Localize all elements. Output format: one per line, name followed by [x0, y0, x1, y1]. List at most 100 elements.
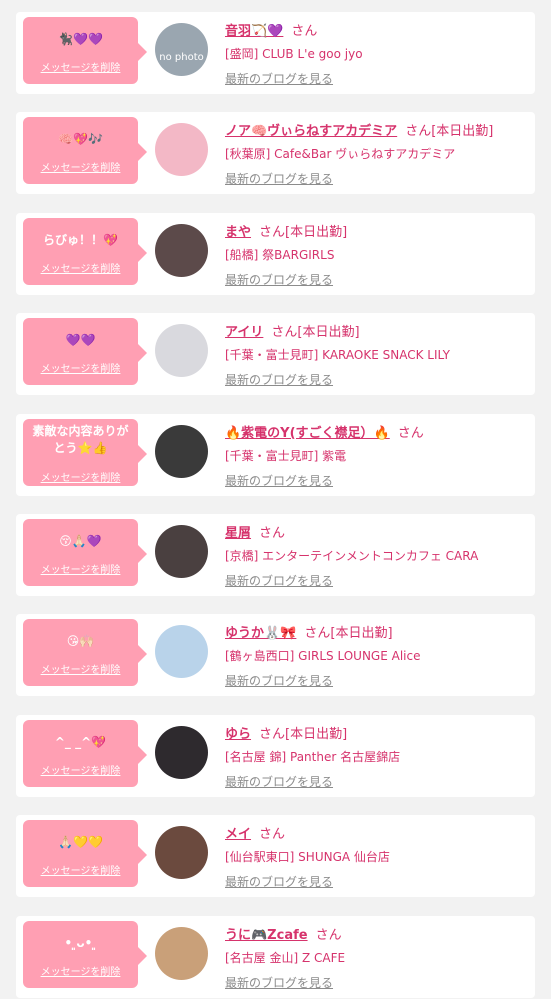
shop-label: [千葉・富士見町] KARAOKE SNACK LILY — [225, 348, 450, 362]
cast-photo-icon[interactable] — [155, 927, 208, 980]
cast-name-link[interactable]: 🔥紫電のY(すごく襟足）🔥 — [225, 426, 390, 441]
delete-message-link[interactable]: メッセージを削除 — [23, 963, 138, 978]
delete-message-link[interactable]: メッセージを削除 — [23, 762, 138, 777]
message-card: 😘🙌🏻 メッセージを削除 ゆうか🐰🎀 さん[本日出勤] [鶴ヶ島西口] GIRLS LO… — [16, 614, 535, 696]
bubble-message-text: ^_ _^💖 — [54, 735, 107, 749]
message-card: 😚🙏🏻💜 メッセージを削除 星屑 さん [京橋] エンターテインメントコンカフェ CAR… — [16, 514, 535, 596]
cast-name-line: ノア🧠ヴぃらねすアカデミア さん[本日出勤] — [225, 120, 493, 139]
honorific-label: さん — [259, 225, 286, 240]
cast-photo-icon[interactable] — [155, 224, 208, 277]
cast-name-line: まや さん[本日出勤] — [225, 221, 347, 240]
cast-name-line: うに🎮Zcafe さん — [225, 924, 342, 943]
delete-message-link[interactable]: メッセージを削除 — [23, 862, 138, 877]
bubble-message-text: らびゅ！！💖 — [43, 233, 118, 247]
bubble-message-text: 💜💜 — [65, 333, 96, 347]
honorific-label: さん — [405, 124, 432, 139]
bubble-message-text: 😘🙌🏻 — [66, 634, 95, 648]
message-card: 💜💜 メッセージを削除 アイリ さん[本日出勤] [千葉・富士見町] KARAOKE S… — [16, 313, 535, 395]
message-card: ^_ _^💖 メッセージを削除 ゆら さん[本日出勤] [名古屋 錦] Panther … — [16, 715, 535, 797]
latest-blog-link[interactable]: 最新のブログを見る — [225, 873, 333, 890]
message-bubble: 😘🙌🏻 メッセージを削除 — [23, 619, 147, 686]
delete-message-link[interactable]: メッセージを削除 — [23, 59, 138, 74]
honorific-label: さん — [271, 325, 298, 340]
cast-name-link[interactable]: 音羽🏹💜 — [225, 24, 283, 39]
shop-label: [名古屋 錦] Panther 名古屋錦店 — [225, 750, 401, 764]
cast-photo-icon[interactable] — [155, 726, 208, 779]
message-bubble: 🙏🏻💛💛 メッセージを削除 — [23, 820, 147, 887]
cast-name-line: ゆうか🐰🎀 さん[本日出勤] — [225, 622, 393, 641]
message-bubble: ^_ _^💖 メッセージを削除 — [23, 720, 147, 787]
shop-label: [京橋] エンターテインメントコンカフェ CARA — [225, 549, 479, 563]
cast-name-line: 音羽🏹💜 さん — [225, 20, 317, 39]
cast-photo-icon[interactable] — [155, 525, 208, 578]
honorific-label: さん — [304, 626, 331, 641]
cast-photo-icon[interactable] — [155, 324, 208, 377]
honorific-label: さん — [259, 526, 286, 541]
working-today-badge: [本日出勤] — [330, 626, 393, 641]
cast-name-line: 星屑 さん — [225, 522, 285, 541]
cast-name-link[interactable]: 星屑 — [225, 526, 251, 541]
bubble-message-text: 😚🙏🏻💜 — [59, 534, 102, 548]
cast-name-link[interactable]: うに🎮Zcafe — [225, 928, 308, 943]
working-today-badge: [本日出勤] — [297, 325, 360, 340]
message-card: 🙏🏻💛💛 メッセージを削除 メイ さん [仙台駅東口] SHUNGA 仙台店 最新のブログ… — [16, 815, 535, 897]
message-bubble: 💜💜 メッセージを削除 — [23, 318, 147, 385]
message-card: 🧠💖🎶 メッセージを削除 ノア🧠ヴぃらねすアカデミア さん[本日出勤] [秋葉原] Ca… — [16, 112, 535, 194]
working-today-badge: [本日出勤] — [431, 124, 494, 139]
latest-blog-link[interactable]: 最新のブログを見る — [225, 773, 333, 790]
bubble-message-text: 🐈‍⬛💜💜 — [58, 32, 103, 46]
working-today-badge: [本日出勤] — [285, 727, 348, 742]
message-bubble: 🧠💖🎶 メッセージを削除 — [23, 117, 147, 184]
cast-name-link[interactable]: メイ — [225, 827, 251, 842]
latest-blog-link[interactable]: 最新のブログを見る — [225, 974, 333, 991]
honorific-label: さん — [259, 727, 286, 742]
message-card: 🐈‍⬛💜💜 メッセージを削除 no photo 音羽🏹💜 さん [盛岡] CLUB L'e… — [16, 12, 535, 94]
shop-label: [盛岡] CLUB L'e goo jyo — [225, 47, 363, 61]
shop-label: [名古屋 金山] Z CAFE — [225, 951, 346, 965]
bubble-message-text: • ͈ᴗ• ͈ — [64, 936, 97, 950]
latest-blog-link[interactable]: 最新のブログを見る — [225, 572, 333, 589]
delete-message-link[interactable]: メッセージを削除 — [23, 260, 138, 275]
cast-photo-icon[interactable] — [155, 123, 208, 176]
message-bubble: • ͈ᴗ• ͈ メッセージを削除 — [23, 921, 147, 988]
cast-name-line: アイリ さん[本日出勤] — [225, 321, 360, 340]
honorific-label: さん — [259, 827, 286, 842]
latest-blog-link[interactable]: 最新のブログを見る — [225, 371, 333, 388]
shop-label: [秋葉原] Cafe&Bar ヴぃらねすアカデミア — [225, 147, 456, 161]
message-card: らびゅ！！💖 メッセージを削除 まや さん[本日出勤] [船橋] 祭BARGIRLS 最新… — [16, 213, 535, 295]
message-card: 素敵な内容ありがとう⭐️👍 メッセージを削除 🔥紫電のY(すごく襟足）🔥 さん [千葉・… — [16, 414, 535, 496]
message-list: 🐈‍⬛💜💜 メッセージを削除 no photo 音羽🏹💜 さん [盛岡] CLUB L'e… — [0, 0, 551, 999]
delete-message-link[interactable]: メッセージを削除 — [23, 360, 138, 375]
cast-photo-icon[interactable] — [155, 826, 208, 879]
cast-name-line: 🔥紫電のY(すごく襟足）🔥 さん — [225, 422, 424, 441]
honorific-label: さん — [397, 426, 424, 441]
cast-name-link[interactable]: まや — [225, 225, 251, 240]
honorific-label: さん — [291, 24, 318, 39]
delete-message-link[interactable]: メッセージを削除 — [23, 469, 138, 484]
cast-name-link[interactable]: ゆら — [225, 727, 251, 742]
message-bubble: 😚🙏🏻💜 メッセージを削除 — [23, 519, 147, 586]
delete-message-link[interactable]: メッセージを削除 — [23, 661, 138, 676]
shop-label: [鶴ヶ島西口] GIRLS LOUNGE Alice — [225, 649, 421, 663]
shop-label: [千葉・富士見町] 紫電 — [225, 449, 347, 463]
latest-blog-link[interactable]: 最新のブログを見る — [225, 672, 333, 689]
cast-name-line: ゆら さん[本日出勤] — [225, 723, 347, 742]
cast-name-link[interactable]: アイリ — [225, 325, 263, 340]
message-bubble: 🐈‍⬛💜💜 メッセージを削除 — [23, 17, 147, 84]
bubble-message-text: 🧠💖🎶 — [58, 132, 103, 146]
no-photo-icon[interactable]: no photo — [155, 23, 208, 76]
latest-blog-link[interactable]: 最新のブログを見る — [225, 271, 333, 288]
latest-blog-link[interactable]: 最新のブログを見る — [225, 70, 333, 87]
cast-name-link[interactable]: ゆうか🐰🎀 — [225, 626, 296, 641]
delete-message-link[interactable]: メッセージを削除 — [23, 159, 138, 174]
shop-label: [船橋] 祭BARGIRLS — [225, 248, 335, 262]
honorific-label: さん — [315, 928, 342, 943]
cast-name-link[interactable]: ノア🧠ヴぃらねすアカデミア — [225, 124, 397, 139]
latest-blog-link[interactable]: 最新のブログを見る — [225, 472, 333, 489]
cast-photo-icon[interactable] — [155, 625, 208, 678]
cast-photo-icon[interactable] — [155, 425, 208, 478]
delete-message-link[interactable]: メッセージを削除 — [23, 561, 138, 576]
working-today-badge: [本日出勤] — [285, 225, 348, 240]
latest-blog-link[interactable]: 最新のブログを見る — [225, 170, 333, 187]
shop-label: [仙台駅東口] SHUNGA 仙台店 — [225, 850, 390, 864]
